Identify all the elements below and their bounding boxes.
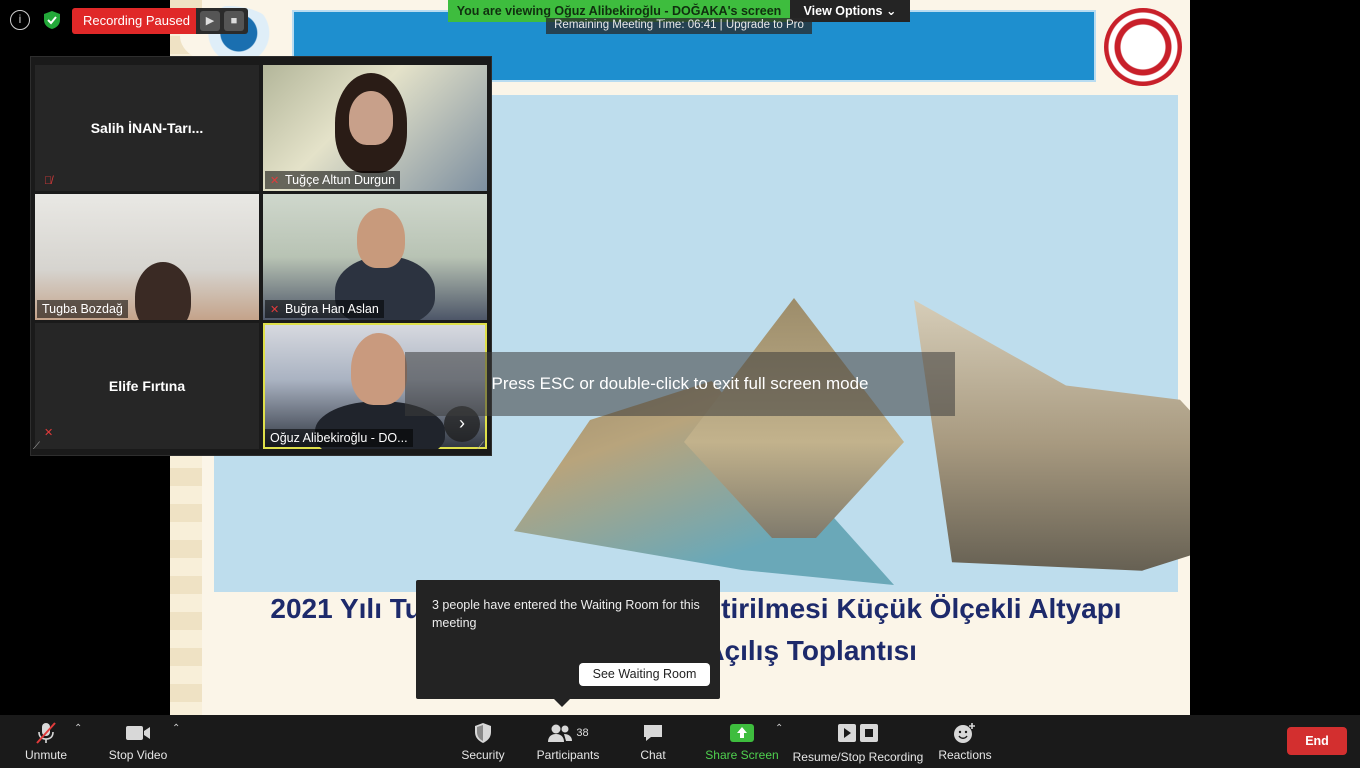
participant-label: Tugba Bozdağ <box>37 300 128 318</box>
chat-bubble-icon <box>630 721 676 745</box>
resume-stop-recording-button[interactable]: Resume/Stop Recording <box>790 715 926 768</box>
stop-recording-icon[interactable]: ■ <box>224 11 244 31</box>
muted-mic-icon: 🎙̸ <box>44 175 53 187</box>
share-screen-label: Share Screen <box>705 748 779 762</box>
muted-mic-icon: ✕ <box>270 175 280 187</box>
fullscreen-exit-hint: Press ESC or double-click to exit full s… <box>405 352 955 416</box>
reactions-smiley-icon <box>934 721 996 745</box>
share-options-caret-icon[interactable]: ⌃ <box>775 723 783 734</box>
unmute-label: Unmute <box>24 748 68 762</box>
reactions-button[interactable]: Reactions <box>934 715 996 768</box>
participant-tile[interactable]: Salih İNAN-Tarı... 🎙̸ <box>35 65 259 191</box>
participants-label: Participants <box>536 748 600 762</box>
security-button[interactable]: Security <box>452 715 514 768</box>
participants-people-icon: 38 <box>532 721 604 745</box>
chat-label: Chat <box>640 748 666 762</box>
video-options-caret-icon[interactable]: ⌃ <box>172 723 180 734</box>
participant-video-face <box>349 91 393 145</box>
view-options-label: View Options <box>803 4 883 18</box>
muted-mic-icon: ✕ <box>44 427 54 439</box>
audio-options-caret-icon[interactable]: ⌃ <box>74 723 82 734</box>
recording-status-label: Recording Paused <box>72 8 196 34</box>
participant-tile[interactable]: ✕ Buğra Han Aslan <box>263 194 487 320</box>
reactions-label: Reactions <box>938 748 992 762</box>
waiting-room-message: 3 people have entered the Waiting Room f… <box>432 598 700 630</box>
participant-label: Oğuz Alibekiroğlu - DO... <box>265 429 413 447</box>
encryption-shield-icon[interactable] <box>42 10 62 30</box>
recording-status-badge: Recording Paused ▶ ■ <box>72 8 248 34</box>
participant-name: Oğuz Alibekiroğlu - DO... <box>270 431 408 445</box>
participant-tile[interactable]: ✕ Tuğçe Altun Durgun <box>263 65 487 191</box>
participants-count: 38 <box>576 727 589 739</box>
share-screen-arrow-icon <box>704 721 780 745</box>
slide-logo-right <box>1104 8 1182 86</box>
participant-name: Tugba Bozdağ <box>42 302 123 316</box>
participant-label: ✕ Tuğçe Altun Durgun <box>265 171 401 189</box>
resume-stop-recording-label: Resume/Stop Recording <box>792 750 924 764</box>
unmute-button[interactable]: Unmute <box>14 715 78 768</box>
participant-name: Elife Fırtına <box>108 378 186 394</box>
end-meeting-button[interactable]: End <box>1287 727 1347 755</box>
participant-video-figure <box>135 262 191 320</box>
remaining-meeting-time: Remaining Meeting Time: 06:41 | Upgrade … <box>546 18 812 34</box>
video-camera-icon <box>104 721 172 745</box>
participant-name: Buğra Han Aslan <box>285 302 379 316</box>
share-screen-button[interactable]: Share Screen <box>704 715 780 768</box>
participant-label: ✕ Buğra Han Aslan <box>265 300 384 318</box>
muted-microphone-icon <box>14 721 78 745</box>
shared-screen-stage: 2021 Yılı Turizm Altyapısının Geliştiril… <box>0 0 1360 715</box>
resize-handle-icon[interactable]: ⟋ <box>477 441 489 453</box>
participant-tile[interactable]: Elife Fırtına ✕ <box>35 323 259 449</box>
meeting-toolbar: Unmute ⌃ Stop Video ⌃ Security 38 Partic… <box>0 715 1360 768</box>
chevron-down-icon: ⌄ <box>885 4 897 18</box>
resume-recording-icon[interactable]: ▶ <box>200 11 220 31</box>
waiting-room-popup: 3 people have entered the Waiting Room f… <box>416 580 720 707</box>
see-waiting-room-button[interactable]: See Waiting Room <box>579 663 710 686</box>
security-shield-icon <box>452 721 514 745</box>
participant-name: Salih İNAN-Tarı... <box>90 120 204 136</box>
stop-video-button[interactable]: Stop Video <box>104 715 172 768</box>
participant-video-face <box>351 333 407 405</box>
collage-leaf-right <box>914 300 1190 571</box>
stop-video-label: Stop Video <box>108 748 168 762</box>
resize-handle-icon[interactable]: ⟋ <box>33 441 45 453</box>
participants-button[interactable]: 38 Participants <box>532 715 604 768</box>
chat-button[interactable]: Chat <box>630 715 676 768</box>
participant-tile[interactable]: Tugba Bozdağ <box>35 194 259 320</box>
meeting-info-icon[interactable]: i <box>10 10 30 30</box>
muted-mic-icon: ✕ <box>270 304 280 316</box>
security-label: Security <box>461 748 505 762</box>
recording-controls-icon <box>790 721 926 745</box>
participant-name: Tuğçe Altun Durgun <box>285 173 396 187</box>
participant-video-face <box>357 208 405 268</box>
